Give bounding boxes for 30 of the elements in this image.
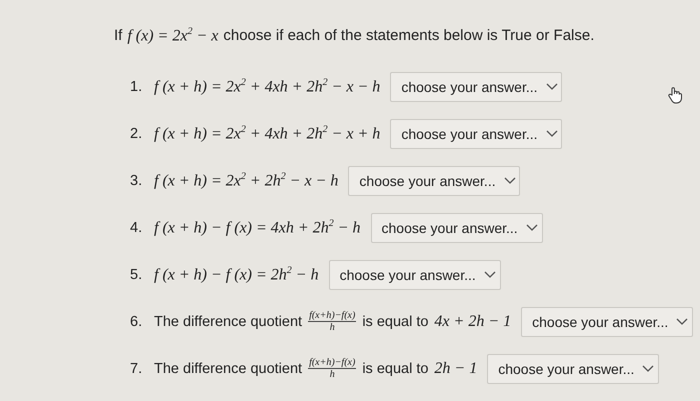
intro-text: choose if each of the statements below is True or False. [223, 27, 594, 44]
question-number: 1. [130, 78, 144, 95]
answer-dropdown[interactable]: choose your answer... [390, 72, 562, 102]
statement-formula: 4x + 2h − 1 [434, 312, 512, 331]
intro-prefix: If [114, 27, 122, 44]
statement-formula: f (x + h) − f (x) = 2h$^{2}$ − h [154, 265, 319, 284]
question-number: 6. [130, 314, 144, 330]
fraction: f(x+h)−f(x) h [308, 310, 356, 334]
answer-dropdown[interactable]: choose your answer... [390, 118, 562, 149]
answer-dropdown[interactable]: choose your answer... [370, 212, 542, 243]
statement-formula: 2h − 1 [434, 360, 478, 378]
question-number: 7. [130, 360, 144, 377]
statement-formula: f (x + h) = 2x$^{2}$ + 4xh + 2h$^{2}$ − x + h [154, 124, 380, 144]
answer-dropdown[interactable]: choose your answer... [521, 306, 694, 337]
question-number: 3. [130, 172, 144, 189]
statement-text: is equal to [362, 360, 428, 377]
statement-text: is equal to [362, 314, 428, 330]
fraction: f(x+h)−f(x) h [308, 357, 356, 380]
question-number: 2. [130, 126, 144, 142]
function-formula: f (x) = 2x$^{2}$ − x [127, 26, 218, 46]
question-number: 5. [130, 266, 144, 283]
statement-text: The difference quotient [154, 360, 302, 377]
answer-dropdown[interactable]: choose your answer... [348, 166, 520, 196]
question-number: 4. [130, 220, 144, 236]
statement-formula: f (x + h) = 2x$^{2}$ + 4xh + 2h$^{2}$ − x − h [154, 77, 380, 96]
answer-dropdown[interactable]: choose your answer... [328, 260, 501, 290]
statement-formula: f (x + h) = 2x$^{2}$ + 2h$^{2}$ − x − h [154, 171, 338, 190]
statement-formula: f (x + h) − f (x) = 4xh + 2h$^{2}$ − h [154, 218, 360, 238]
answer-dropdown[interactable]: choose your answer... [487, 354, 660, 384]
statement-text: The difference quotient [154, 314, 302, 330]
